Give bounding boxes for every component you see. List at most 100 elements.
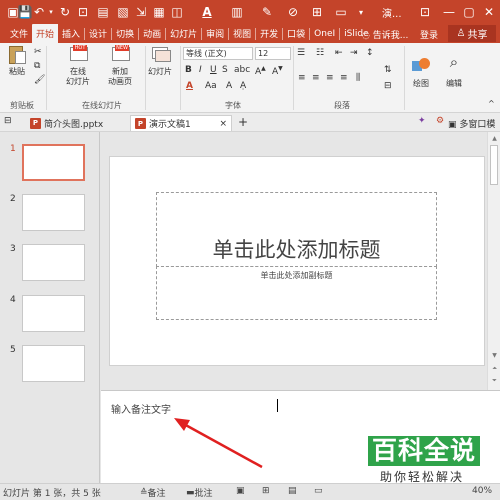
font-color-button[interactable]: A — [186, 81, 193, 91]
previous-slide-icon[interactable]: ⏶ — [488, 364, 500, 374]
line-spacing-icon[interactable]: ↕ — [366, 48, 374, 58]
char-spacing-icon[interactable]: abc — [234, 65, 250, 75]
bullets-icon[interactable]: ☰ — [297, 48, 305, 58]
pin-icon[interactable]: ✦ — [418, 116, 426, 126]
collapse-ribbon-icon[interactable]: ^ — [488, 99, 495, 108]
tab-insert[interactable]: 插入 — [58, 24, 84, 43]
comment-icon: ▬ — [186, 487, 195, 498]
tab-list-icon[interactable]: ⊟ — [4, 116, 12, 126]
highlight-icon[interactable]: ▥ — [226, 0, 248, 24]
columns-icon[interactable]: ⫼ — [356, 73, 360, 83]
font-size-select[interactable]: 12 — [255, 47, 291, 60]
title-placeholder[interactable]: 单击此处添加标题 — [156, 192, 437, 267]
tab-design[interactable]: 设计 — [85, 24, 111, 43]
new-animation-page-button[interactable]: NEW 新加 动画页 — [108, 45, 132, 87]
scroll-down-icon[interactable]: ▼ — [488, 350, 500, 360]
format-painter-icon[interactable]: ✎ — [256, 0, 278, 24]
text-highlight-icon[interactable]: Aa — [205, 81, 217, 91]
increase-font-icon[interactable]: A▲ — [255, 65, 266, 77]
underline-button[interactable]: U — [210, 65, 217, 75]
tab-developer[interactable]: 开发 — [256, 24, 282, 43]
ribbon-display-icon[interactable]: ⊡ — [412, 0, 438, 24]
bold-button[interactable]: B — [185, 65, 192, 75]
tab-view[interactable]: 视图 — [229, 24, 255, 43]
tab-onei[interactable]: OneI — [310, 24, 339, 43]
font-color-icon[interactable]: A — [196, 0, 218, 24]
qat-more-icon[interactable]: ▾ — [350, 0, 372, 24]
thumbnail-number: 5 — [10, 345, 16, 355]
tell-me-search[interactable]: ◌ 告诉我... — [362, 28, 408, 41]
tab-animations[interactable]: 动画 — [139, 24, 165, 43]
normal-view-icon[interactable]: ▣ — [236, 486, 245, 496]
align-text-icon[interactable]: ⊟ — [384, 81, 392, 91]
grid-icon[interactable]: ⊞ — [306, 0, 328, 24]
watermark-sub-text: 助你轻松解决 — [380, 470, 465, 484]
close-icon[interactable]: ✕ — [476, 0, 500, 24]
increase-indent-icon[interactable]: ⇥ — [350, 48, 358, 58]
new-tab-icon[interactable]: + — [238, 115, 248, 129]
slide-scrollbar[interactable]: ▲ ▼ ⏶ ⏷ — [487, 132, 500, 390]
justify-icon[interactable]: ≡ — [340, 73, 348, 83]
cut-icon[interactable]: ✂ — [34, 47, 42, 57]
comments-toggle[interactable]: ▬ 批注 — [186, 486, 213, 500]
next-slide-icon[interactable]: ⏷ — [488, 376, 500, 386]
decrease-font-icon[interactable]: A▼ — [272, 65, 283, 77]
notes-toggle[interactable]: ≙ 备注 — [140, 486, 166, 500]
subtitle-placeholder[interactable]: 单击此处添加副标题 — [156, 266, 437, 320]
shapes-icon — [410, 57, 432, 77]
paste-button[interactable]: 粘贴 — [6, 45, 28, 77]
thumbnail-number: 2 — [10, 194, 16, 204]
eraser-icon[interactable]: ⊘ — [282, 0, 304, 24]
font-name-select[interactable]: 等线 (正文) — [183, 47, 253, 60]
window-layout-icon[interactable]: ▭ — [330, 0, 352, 24]
tab-home[interactable]: 开始 — [32, 24, 59, 43]
text-direction-icon[interactable]: ⇅ — [384, 65, 392, 75]
online-slides-button[interactable]: HOT 在线 幻灯片 — [66, 45, 90, 87]
slideshow-icon[interactable]: ▭ — [314, 486, 323, 496]
notes-input[interactable]: 输入备注文字 — [111, 401, 171, 416]
slide-thumbnail-3[interactable] — [22, 244, 85, 281]
align-right-icon[interactable]: ≡ — [326, 73, 334, 83]
clipboard-group-label: 剪贴板 — [10, 101, 34, 110]
slide-thumbnail-2[interactable] — [22, 194, 85, 231]
decrease-indent-icon[interactable]: ⇤ — [335, 48, 343, 58]
slide-canvas[interactable]: 单击此处添加标题 单击此处添加副标题 — [109, 156, 485, 366]
strikethrough-button[interactable]: S — [222, 65, 228, 75]
slide-sorter-icon[interactable]: ⊞ — [262, 486, 270, 496]
share-button[interactable]: ♙ 共享 — [448, 25, 496, 42]
slide-thumbnail-5[interactable] — [22, 345, 85, 382]
ribbon: 粘贴 ✂ ⧉ 🖌 剪贴板 HOT 在线 幻灯片 NEW 新加 动画页 在线幻灯片… — [0, 43, 500, 113]
slide-thumbnail-4[interactable] — [22, 295, 85, 332]
tab-slideshow[interactable]: 幻灯片 — [166, 24, 201, 43]
drawing-button[interactable]: 绘图 — [410, 57, 432, 89]
tab-review[interactable]: 审阅 — [202, 24, 228, 43]
slides-button[interactable]: 幻灯片 — [148, 45, 172, 77]
char-size-icon[interactable]: A — [226, 81, 232, 91]
login-link[interactable]: 登录 — [420, 28, 438, 41]
tab-file[interactable]: 文件 — [6, 24, 32, 43]
align-left-icon[interactable]: ≡ — [298, 73, 306, 83]
text-box-icon[interactable]: ▤ — [92, 0, 114, 24]
format-painter-brush-icon[interactable]: 🖌 — [34, 75, 45, 85]
slide-layout-icon — [149, 45, 171, 65]
scroll-up-icon[interactable]: ▲ — [488, 133, 500, 143]
numbering-icon[interactable]: ☷ — [316, 48, 324, 58]
clear-format-icon[interactable]: Ạ — [240, 81, 246, 91]
start-from-beginning-icon[interactable]: ⊡ — [72, 0, 94, 24]
powerpoint-icon: P — [135, 118, 146, 129]
reading-view-icon[interactable]: ▤ — [288, 486, 297, 496]
copy-icon[interactable]: ⧉ — [34, 61, 40, 71]
scrollbar-thumb[interactable] — [490, 145, 498, 185]
powerpoint-icon: P — [30, 117, 41, 129]
tab-pocket[interactable]: 口袋 — [283, 24, 309, 43]
editing-button[interactable]: ⌕ 编辑 — [443, 55, 465, 89]
doc-tab-presentation1[interactable]: P 演示文稿1 × — [130, 115, 232, 131]
tab-transitions[interactable]: 切换 — [112, 24, 138, 43]
slide-thumbnail-1[interactable] — [22, 144, 85, 181]
doc-tab-intro[interactable]: P 简介头图.pptx — [30, 115, 103, 131]
settings-gear-icon[interactable]: ⚙ — [436, 116, 444, 126]
italic-button[interactable]: I — [199, 65, 202, 75]
arrange-icon[interactable]: ◫ — [166, 0, 188, 24]
close-tab-icon[interactable]: × — [219, 119, 227, 129]
align-center-icon[interactable]: ≡ — [312, 73, 320, 83]
